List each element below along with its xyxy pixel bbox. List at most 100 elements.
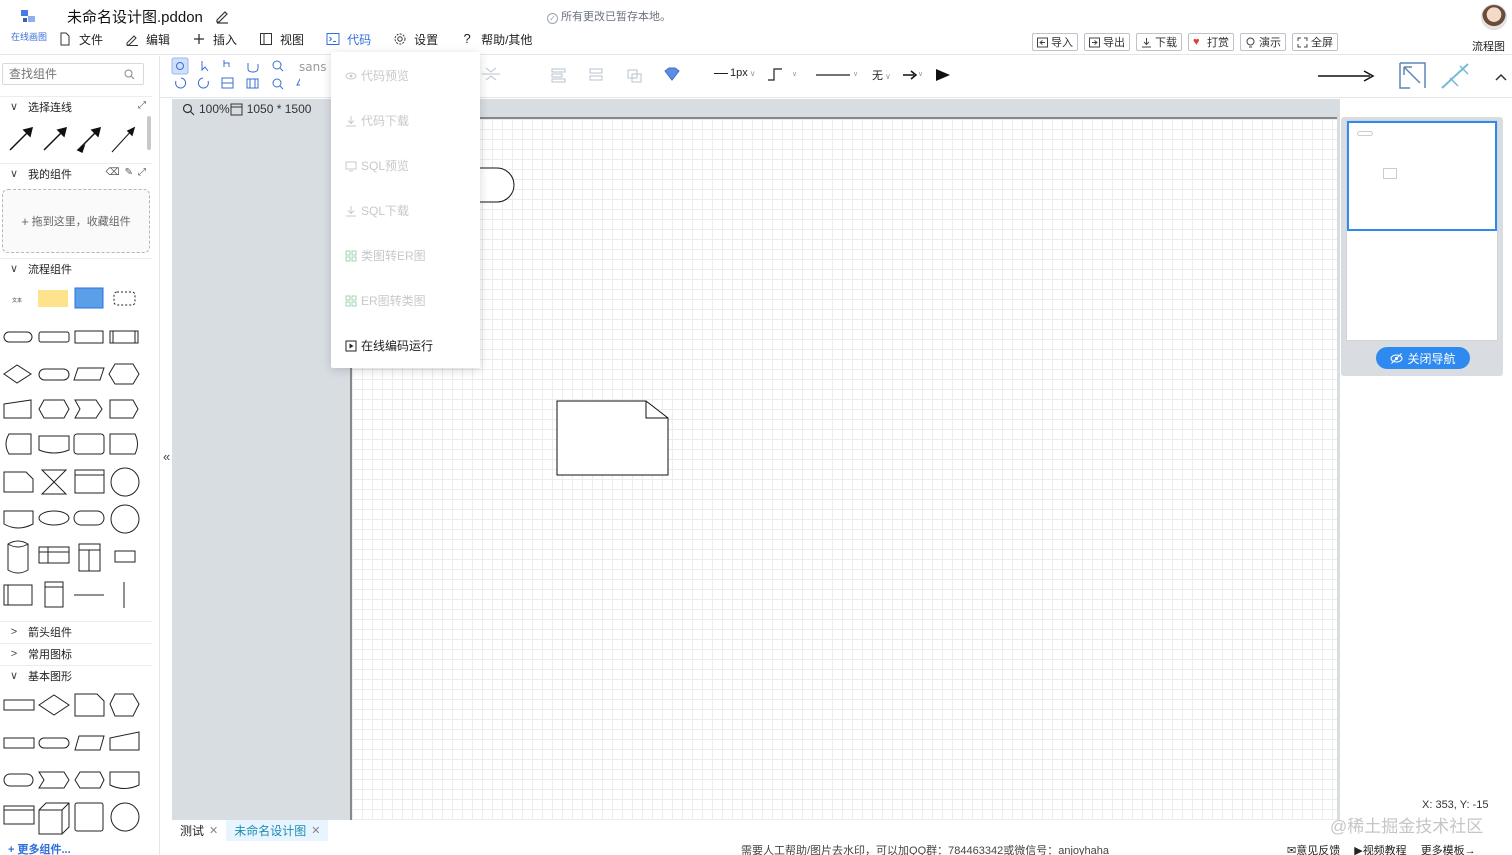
menu-view[interactable]: 视图 xyxy=(259,31,304,48)
file-icon xyxy=(58,32,72,46)
fullscreen-button[interactable]: 全屏 xyxy=(1292,33,1338,51)
page-size[interactable]: 1050 * 1500 xyxy=(247,102,312,116)
arrow-start-select[interactable]: 无 ∨ xyxy=(872,67,891,83)
component-search-input[interactable] xyxy=(3,64,121,84)
chevron-right-icon: > xyxy=(10,647,18,660)
more-components-link[interactable]: + 更多组件... xyxy=(8,841,71,855)
fullscreen-label: 全屏 xyxy=(1311,37,1333,49)
monitor-icon xyxy=(345,160,357,172)
menu-sql-preview[interactable]: SQL预览 xyxy=(345,157,409,174)
stroke-width-select[interactable]: 1px ∨ xyxy=(730,67,756,79)
expand-icon[interactable]: ⤢ xyxy=(138,167,146,178)
zoom-level[interactable]: 100% xyxy=(199,102,230,116)
close-navigator-button[interactable]: 关闭导航 xyxy=(1376,347,1470,369)
sidebar-scrollbar[interactable] xyxy=(147,116,151,150)
section-icons[interactable]: > 常用图标 xyxy=(0,643,152,663)
tool-icons-left[interactable] xyxy=(170,57,300,93)
search-icon[interactable] xyxy=(124,69,135,80)
tip-button[interactable]: ♥ 打赏 xyxy=(1188,33,1234,51)
export-button[interactable]: 导出 xyxy=(1084,33,1130,51)
logo-text: 在线画图 xyxy=(10,32,47,42)
menu-run-online[interactable]: 在线编码运行 xyxy=(345,337,433,354)
section-basic[interactable]: ∨ 基本图形 xyxy=(0,665,152,685)
minimap[interactable] xyxy=(1346,120,1498,341)
run-online-label: 在线编码运行 xyxy=(361,339,434,353)
section-connectors[interactable]: ∨ 选择连线 ⤢ xyxy=(0,96,152,116)
font-family-select[interactable]: sans xyxy=(299,60,326,74)
connector-shapes[interactable] xyxy=(6,120,140,154)
section-arrows[interactable]: > 箭头组件 xyxy=(0,621,152,641)
watermark: @稀土掘金技术社区 xyxy=(1330,817,1484,836)
pencil-icon[interactable]: ✎ xyxy=(125,167,133,178)
menu-help[interactable]: ? 帮助/其他 xyxy=(460,31,532,48)
menu-insert-label: 插入 xyxy=(213,32,238,47)
drawing-page[interactable] xyxy=(350,117,1337,823)
page-tab-label: 测试 xyxy=(180,824,205,838)
zoom-icon[interactable] xyxy=(182,103,195,116)
download-icon xyxy=(345,115,357,127)
arrow-start-value: 无 xyxy=(872,70,883,82)
flow-shape-palette[interactable]: 文本 xyxy=(0,282,146,616)
gear-icon xyxy=(393,32,407,46)
present-label: 演示 xyxy=(1259,37,1281,49)
section-icons-label: 常用图标 xyxy=(28,648,72,661)
minimap-viewport[interactable] xyxy=(1347,121,1497,231)
collapse-sidebar-icon[interactable]: « xyxy=(163,449,170,464)
tool-icons-middle[interactable] xyxy=(480,66,700,86)
import-label: 导入 xyxy=(1051,37,1073,49)
page-tab-test[interactable]: 测试 ✕ xyxy=(172,820,226,841)
menu-settings[interactable]: 设置 xyxy=(393,31,438,48)
cursor-coordinates: X: 353, Y: -15 xyxy=(1422,799,1489,811)
menu-settings-label: 设置 xyxy=(414,32,439,47)
rename-pencil-icon[interactable] xyxy=(214,8,230,24)
menu-er-to-class[interactable]: ER图转类图 xyxy=(345,292,426,309)
more-templates-link[interactable]: 更多模板→ xyxy=(1421,842,1476,855)
video-tutorial-label: 视频教程 xyxy=(1362,845,1407,855)
code-preview-label: 代码预览 xyxy=(361,69,410,83)
favorite-drop-zone[interactable]: + 拖到这里，收藏组件 xyxy=(2,189,150,253)
menu-edit[interactable]: 编辑 xyxy=(125,31,170,48)
eye-icon xyxy=(345,70,357,82)
component-search xyxy=(2,63,144,85)
document-title[interactable]: 未命名设计图.pddon xyxy=(67,6,203,27)
menu-file[interactable]: 文件 xyxy=(58,31,103,48)
terminator-shape[interactable] xyxy=(480,167,515,203)
svg-text:文本: 文本 xyxy=(12,297,22,304)
minimap-shape xyxy=(1357,131,1373,136)
feedback-link[interactable]: ✉意见反馈 xyxy=(1287,842,1340,855)
close-icon[interactable]: ✕ xyxy=(209,824,218,837)
section-basic-label: 基本图形 xyxy=(28,670,72,683)
user-avatar[interactable] xyxy=(1481,4,1507,30)
close-icon[interactable]: ✕ xyxy=(311,824,320,837)
basic-shape-palette[interactable] xyxy=(0,688,146,838)
section-my-components[interactable]: ∨ 我的组件 ⌫ ✎ ⤢ xyxy=(0,163,152,183)
header-actions: 导入 导出 下载 ♥ 打赏 演示 全屏 xyxy=(1032,33,1344,51)
menu-code[interactable]: 代码 xyxy=(326,31,371,48)
menu-code-download[interactable]: 代码下载 xyxy=(345,112,409,129)
page-tab-untitled[interactable]: 未命名设计图 ✕ xyxy=(226,820,329,841)
menu-class-to-er[interactable]: 类图转ER图 xyxy=(345,247,426,264)
zoom-info: 100% 1050 * 1500 xyxy=(182,102,311,116)
clear-icon[interactable]: ⌫ xyxy=(105,167,119,178)
status-footer: 需要人工帮助/图片去水印，可以加QQ群：784463342或微信号：anjoyh… xyxy=(160,841,1512,855)
menu-insert[interactable]: 插入 xyxy=(192,31,237,48)
connector-style-icons[interactable]: ∨ ∨ xyxy=(766,66,866,84)
expand-icon[interactable]: ⤢ xyxy=(138,100,146,111)
app-logo[interactable]: 在线画图 xyxy=(8,8,50,52)
menu-code-preview[interactable]: 代码预览 xyxy=(345,67,409,84)
document-shape[interactable] xyxy=(556,400,669,476)
menu-view-label: 视图 xyxy=(280,32,305,47)
menu-sql-download[interactable]: SQL下载 xyxy=(345,202,409,219)
section-flow-label: 流程组件 xyxy=(28,263,72,276)
import-button[interactable]: 导入 xyxy=(1032,33,1078,51)
download-button[interactable]: 下载 xyxy=(1136,33,1182,51)
page-tab-bar: 测试 ✕ 未命名设计图 ✕ xyxy=(172,820,1340,841)
arrow-end-icons[interactable]: ∨ xyxy=(900,66,956,84)
section-flow[interactable]: ∨ 流程组件 xyxy=(0,258,152,278)
present-button[interactable]: 演示 xyxy=(1240,33,1286,51)
video-tutorial-link[interactable]: ▶视频教程 xyxy=(1354,842,1406,855)
help-message: 需要人工帮助/图片去水印，可以加QQ群：784463342或微信号：anjoyh… xyxy=(741,845,1109,855)
tip-label: 打赏 xyxy=(1207,37,1229,49)
quick-tools[interactable] xyxy=(1310,60,1510,94)
save-status-text: 所有更改已暂存本地。 xyxy=(561,11,671,23)
